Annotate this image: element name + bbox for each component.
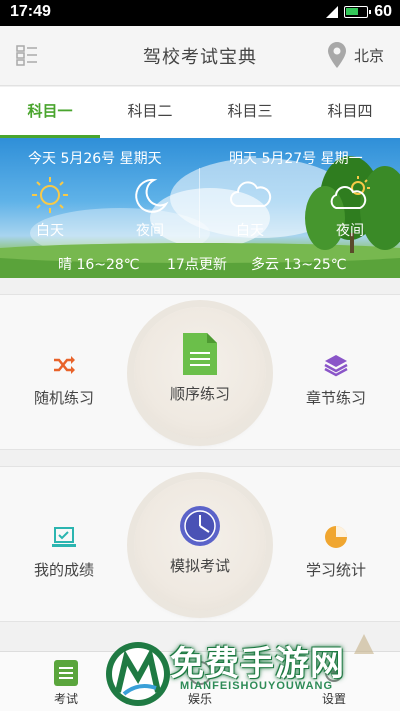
nav-exam[interactable]: 考试 — [26, 660, 106, 707]
signal-icon — [326, 6, 339, 18]
weather-panel[interactable]: 今天 5月26号 星期天 明天 5月27号 星期一 白天 夜间 白天 夜间 晴 … — [0, 138, 400, 278]
mock-exam-label: 模拟考试 — [169, 557, 230, 575]
partly-cloudy-icon — [330, 176, 370, 209]
sun-icon — [32, 177, 68, 213]
mock-exam-button[interactable]: 模拟考试 — [134, 479, 266, 611]
chapter-practice-button[interactable]: 章节练习 — [276, 353, 396, 408]
weather-today-date: 今天 5月26号 星期天 — [28, 151, 162, 167]
my-scores-button[interactable]: 我的成绩 — [4, 525, 124, 580]
weather-tomorrow-night-label: 夜间 — [336, 223, 364, 239]
study-stats-label: 学习统计 — [305, 561, 366, 579]
weather-tomorrow-day-label: 白天 — [236, 223, 264, 239]
weather-tomorrow-summary: 多云 13~25℃ — [251, 257, 347, 273]
sequential-practice-button[interactable]: 顺序练习 — [134, 307, 266, 439]
document-icon — [183, 333, 217, 375]
weather-update-time: 17点更新 — [167, 257, 227, 273]
shuffle-icon — [54, 356, 75, 374]
random-practice-button[interactable]: 随机练习 — [4, 353, 124, 408]
tab-subject-1[interactable]: 科目一 — [0, 87, 100, 138]
location-pin-icon — [327, 42, 346, 68]
layers-icon — [324, 355, 348, 377]
study-stats-button[interactable]: 学习统计 — [276, 525, 396, 580]
laptop-check-icon — [52, 527, 76, 547]
title-bar: 驾校考试宝典 北京 — [0, 26, 400, 86]
weather-today-night-label: 夜间 — [136, 223, 164, 239]
cloud-icon — [230, 181, 272, 207]
exam-card: 我的成绩 模拟考试 学习统计 — [0, 466, 400, 622]
status-bar: 17:49 60 — [0, 0, 400, 26]
tab-subject-3[interactable]: 科目三 — [200, 87, 300, 138]
nav-exam-label: 考试 — [53, 692, 78, 706]
status-time: 17:49 — [10, 3, 51, 20]
sequential-practice-label: 顺序练习 — [169, 385, 230, 403]
chapter-practice-label: 章节练习 — [305, 389, 366, 407]
weather-today-day-label: 白天 — [36, 223, 64, 239]
battery-icon — [344, 6, 372, 18]
location-selector[interactable]: 北京 — [327, 42, 384, 68]
location-label: 北京 — [353, 46, 384, 65]
random-practice-label: 随机练习 — [33, 389, 94, 407]
subject-tabs: 科目一 科目二 科目三 科目四 — [0, 87, 400, 138]
weather-today-summary: 晴 16~28℃ — [58, 257, 140, 273]
exam-icon — [54, 660, 78, 686]
moon-icon — [135, 178, 169, 213]
tab-subject-4[interactable]: 科目四 — [300, 87, 400, 138]
pie-chart-icon — [325, 526, 347, 548]
battery-level: 60 — [374, 3, 392, 20]
clock-icon — [180, 506, 220, 546]
watermark-subtitle: MIANFEISHOUYOUWANG — [180, 680, 334, 692]
my-scores-label: 我的成绩 — [33, 561, 94, 579]
status-indicators: 60 — [326, 3, 392, 21]
weather-tomorrow-date: 明天 5月27号 星期一 — [229, 151, 363, 167]
watermark-title: 免费手游网 — [170, 644, 345, 684]
practice-card: 随机练习 顺序练习 章节练习 — [0, 294, 400, 450]
tab-subject-2[interactable]: 科目二 — [100, 87, 200, 138]
weather-divider — [199, 168, 200, 238]
